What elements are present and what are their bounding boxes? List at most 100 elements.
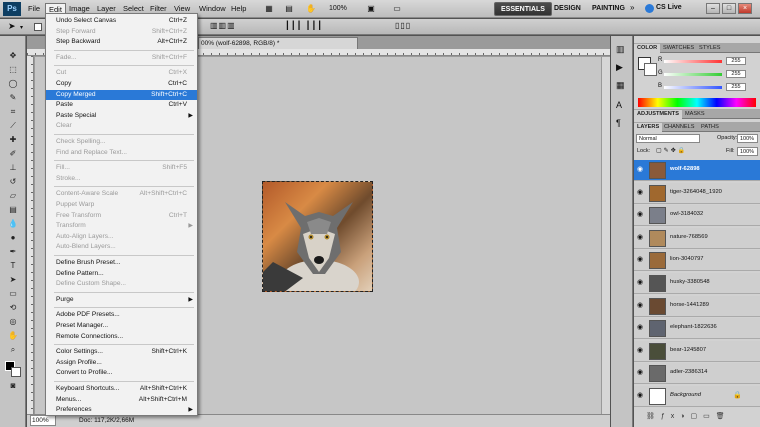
eye-icon[interactable]: ◉ (637, 211, 644, 218)
layer-row[interactable]: ◉ adler-2386314 (634, 363, 760, 385)
channel-slider[interactable] (664, 86, 722, 89)
tab-paths[interactable]: PATHS (698, 123, 722, 132)
background-color-swatch[interactable] (11, 367, 21, 377)
eye-icon[interactable]: ◉ (637, 347, 644, 354)
eye-icon[interactable]: ◉ (637, 166, 644, 173)
menu-item[interactable]: Assign Profile... (46, 358, 197, 368)
menu-item[interactable]: Convert to Profile... (46, 368, 197, 378)
move-icon[interactable]: ✥ (6, 51, 20, 61)
color-spectrum[interactable] (638, 98, 756, 107)
stamp-icon[interactable]: ⊥ (6, 163, 20, 173)
eye-icon[interactable]: ◉ (637, 369, 644, 376)
move-tool-icon[interactable]: ➤ (8, 21, 16, 32)
dodge-icon[interactable]: ● (6, 233, 20, 243)
blend-mode-select[interactable]: Normal (636, 134, 700, 143)
bridge-icon[interactable]: ▦ (262, 3, 276, 15)
zoom-status[interactable]: 100% (30, 415, 56, 426)
menu-item[interactable]: Step Backward Alt+Ctrl+Z (46, 37, 197, 47)
eye-icon[interactable]: ◉ (637, 392, 644, 399)
channel-value-input[interactable]: 255 (726, 70, 746, 78)
menu-item[interactable]: Define Pattern... (46, 269, 197, 279)
eraser-icon[interactable]: ▱ (6, 191, 20, 201)
eye-icon[interactable]: ◉ (637, 189, 644, 196)
vertical-scrollbar[interactable] (601, 57, 610, 414)
history-brush-icon[interactable]: ↺ (6, 177, 20, 187)
layer-row[interactable]: ◉ bear-1245807 (634, 340, 760, 362)
paragraph-icon[interactable]: ¶ (616, 118, 621, 128)
menu-item[interactable]: Keyboard Shortcuts... Alt+Shift+Ctrl+K (46, 384, 197, 394)
menu-item[interactable]: Color Settings... Shift+Ctrl+K (46, 347, 197, 357)
tab-masks[interactable]: MASKS (682, 110, 708, 119)
marquee-icon[interactable]: ⬚ (6, 65, 20, 75)
history-icon[interactable]: ▥ (616, 44, 625, 55)
auto-select-checkbox[interactable] (34, 23, 42, 31)
layer-row[interactable]: ◉ husky-3380548 (634, 273, 760, 294)
shape-icon[interactable]: ▭ (6, 289, 20, 299)
eye-icon[interactable]: ◉ (637, 324, 644, 331)
3d-rotate-icon[interactable]: ⟲ (6, 303, 20, 313)
background-swatch[interactable] (644, 63, 657, 76)
layer-row[interactable]: ◉ Background 🔒 (634, 386, 760, 407)
layer-actions-icons[interactable]: ⛓ƒx◑▢▭🗑 (646, 412, 731, 420)
blur-icon[interactable]: 💧 (6, 219, 20, 229)
tab-channels[interactable]: CHANNELS (661, 123, 697, 132)
menu-item[interactable]: Undo Select Canvas Ctrl+Z (46, 16, 197, 26)
eye-icon[interactable]: ◉ (637, 279, 644, 286)
vertical-ruler[interactable] (27, 56, 34, 414)
zoom-select[interactable]: 100% (329, 3, 359, 15)
quick-mask-icon[interactable]: ◙ (6, 381, 20, 391)
layer-row[interactable]: ◉ horse-1441289 (634, 295, 760, 317)
menu-item[interactable]: Preset Manager... (46, 321, 197, 331)
tab-color[interactable]: COLOR (634, 44, 661, 53)
navigator-icon[interactable]: ▦ (616, 80, 625, 91)
screen-mode-icon[interactable]: ▭ (390, 3, 404, 15)
eye-icon[interactable]: ◉ (637, 256, 644, 263)
menu-item[interactable]: Purge ▶ (46, 295, 197, 305)
menu-file[interactable]: File (25, 3, 43, 15)
channel-slider[interactable] (664, 73, 722, 76)
quick-select-icon[interactable]: ✎ (6, 93, 20, 103)
maximize-button[interactable]: □ (722, 3, 736, 14)
workspace-essentials[interactable]: ESSENTIALS (494, 2, 552, 16)
document-tab[interactable]: 00% (wolf-62898, RGB/8) * (198, 37, 358, 49)
actions-icon[interactable]: ▶ (616, 62, 623, 73)
fill-input[interactable]: 100% (737, 147, 758, 156)
menu-item[interactable]: Paste Ctrl+V (46, 100, 197, 110)
gradient-icon[interactable]: ▤ (6, 205, 20, 215)
tab-layers[interactable]: LAYERS (634, 123, 663, 132)
pen-icon[interactable]: ✒ (6, 247, 20, 257)
path-select-icon[interactable]: ➤ (6, 275, 20, 285)
layer-row[interactable]: ◉ nature-768569 (634, 227, 760, 249)
distribute-icons[interactable]: ┃┃┃ ┃┃┃ (285, 21, 365, 33)
wolf-image[interactable] (262, 181, 373, 292)
extras-icon[interactable]: ▤ (282, 3, 296, 15)
menu-item[interactable]: Remote Connections... (46, 332, 197, 342)
menu-item[interactable]: Copy Merged Shift+Ctrl+C (46, 89, 197, 100)
type-icon[interactable]: T (6, 261, 20, 271)
layer-row[interactable]: ◉ elephant-1822636 (634, 318, 760, 340)
eye-icon[interactable]: ◉ (637, 302, 644, 309)
layer-row[interactable]: ◉ owl-3184032 (634, 205, 760, 227)
healing-icon[interactable]: ✚ (6, 135, 20, 145)
layer-row[interactable]: ◉ tiger-3264048_1920 (634, 182, 760, 204)
layer-row[interactable]: ◉ lion-3040797 (634, 250, 760, 272)
chevron-down-icon[interactable]: ▾ (20, 24, 23, 31)
eye-icon[interactable]: ◉ (637, 234, 644, 241)
close-button[interactable]: × (738, 3, 752, 14)
channel-value-input[interactable]: 255 (726, 57, 746, 65)
more-workspaces[interactable]: » (630, 3, 634, 12)
eyedropper-icon[interactable]: ⟋ (6, 121, 20, 131)
tab-swatches[interactable]: SWATCHES (660, 44, 697, 53)
distribute-horizontal-icons[interactable]: ▯▯▯ (395, 21, 455, 33)
menu-help[interactable]: Help (228, 3, 249, 15)
menu-item[interactable]: Menus... Alt+Shift+Ctrl+M (46, 395, 197, 405)
character-icon[interactable]: A (616, 100, 622, 110)
arrange-icon[interactable]: ▣ (364, 3, 378, 15)
hand-tool-icon[interactable]: ✋ (6, 331, 20, 341)
menu-item[interactable]: Preferences ▶ (46, 405, 197, 415)
workspace-design[interactable]: DESIGN (548, 2, 587, 16)
3d-camera-icon[interactable]: ◎ (6, 317, 20, 327)
layer-row[interactable]: ◉ wolf-62898 (634, 160, 760, 181)
menu-item[interactable]: Define Brush Preset... (46, 258, 197, 268)
menu-item[interactable]: Adobe PDF Presets... (46, 310, 197, 320)
